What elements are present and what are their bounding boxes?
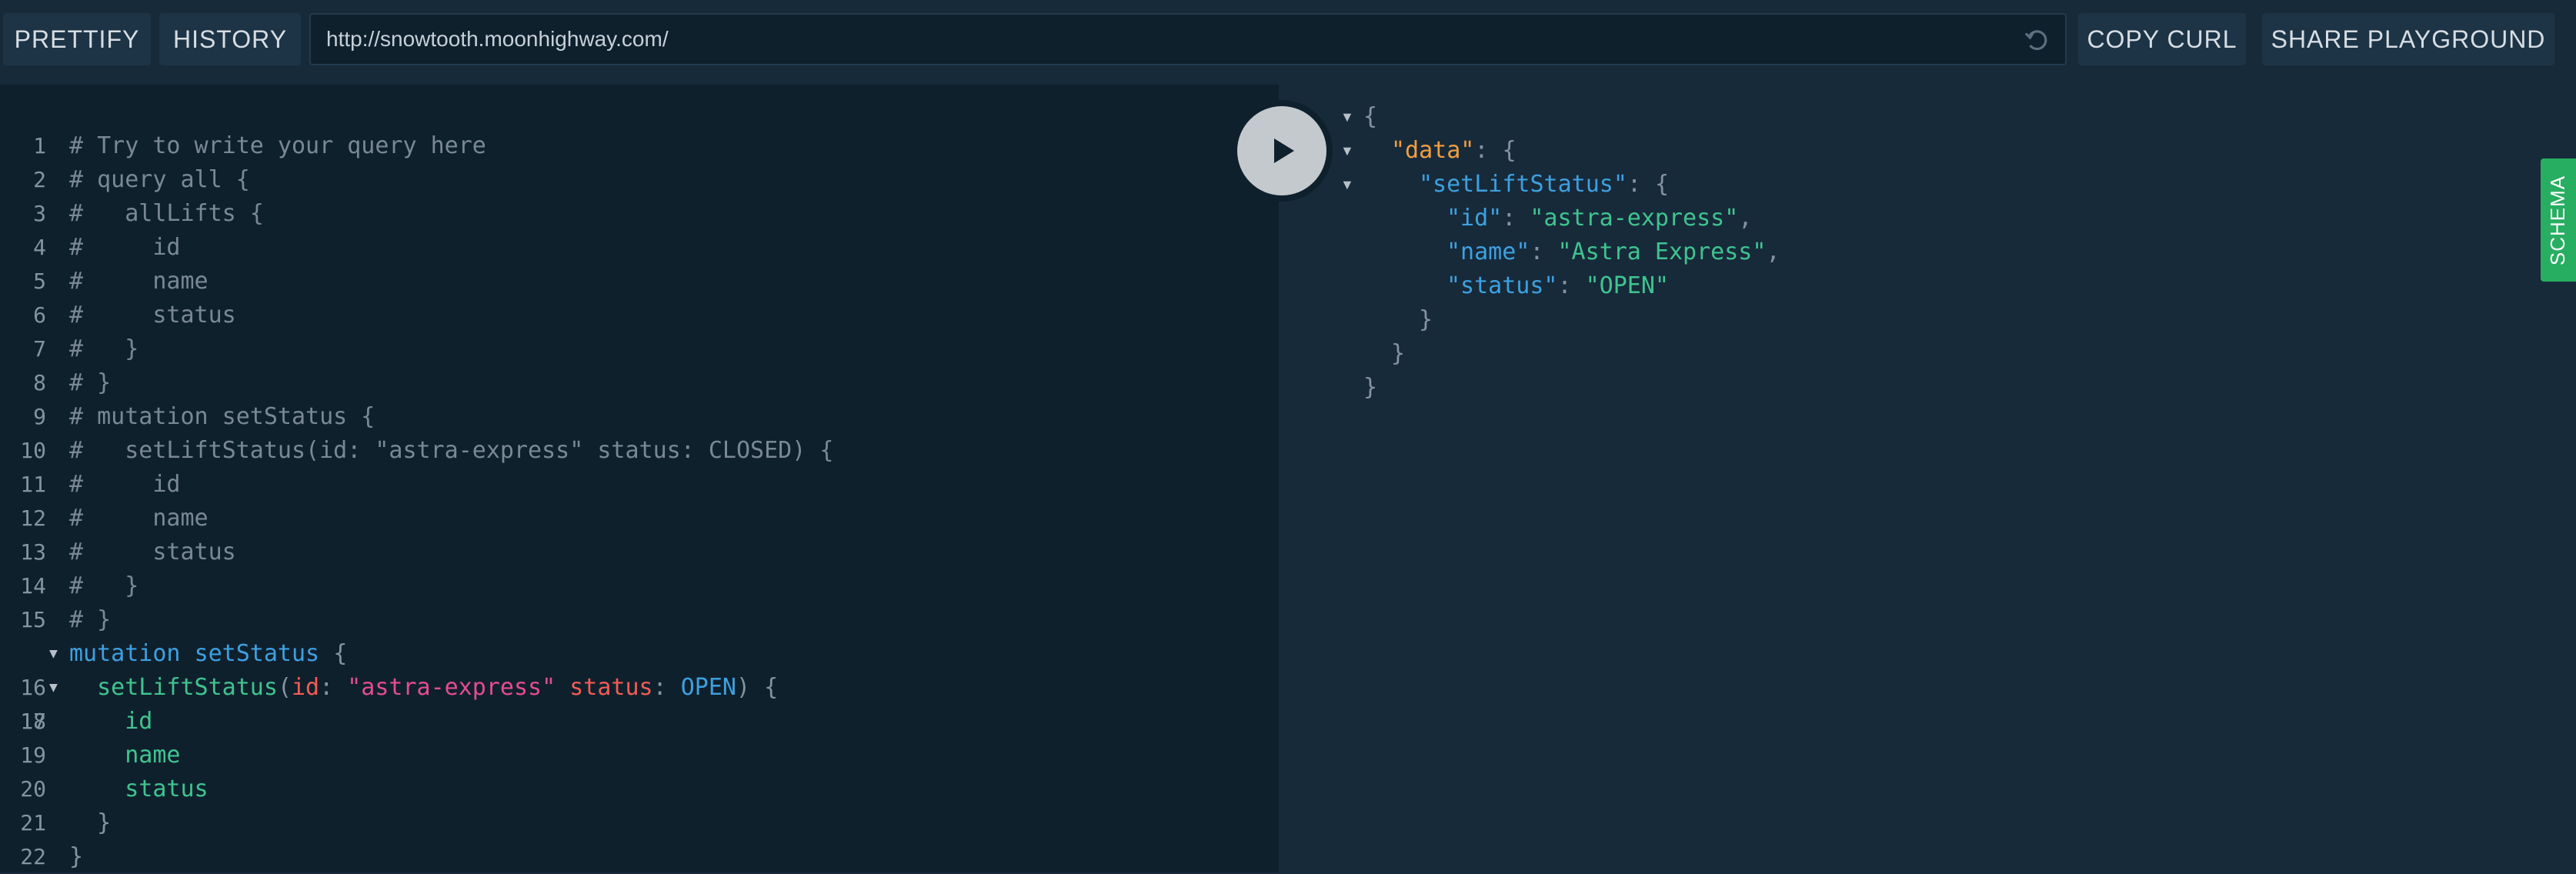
reload-icon[interactable]: [2024, 27, 2050, 53]
editor-line: 14 # }: [20, 572, 139, 599]
editor-line: 10 # setLiftStatus(id: "astra-express" st…: [20, 437, 834, 464]
endpoint-url-input[interactable]: [326, 15, 2004, 64]
triangle-down-icon[interactable]: ▼: [49, 637, 58, 671]
result-panel: ▼ { ▼ "data": { ▼ "setLiftStatus": { "id…: [1279, 85, 2576, 872]
editor-line: 20 status: [20, 776, 209, 802]
run-query-button[interactable]: [1231, 100, 1333, 202]
schema-tab[interactable]: SCHEMA: [2541, 158, 2576, 282]
toolbar: PRETTIFY HISTORY COPY CURL SHARE PLAYGRO…: [0, 0, 2576, 77]
result-line: }: [1363, 374, 1378, 401]
result-line: }: [1391, 340, 1406, 367]
editor-line: 3 # allLifts {: [33, 200, 264, 227]
editor-line: 9 # mutation setStatus {: [33, 403, 375, 430]
editor-line: 18 id: [20, 708, 153, 735]
editor-line: 17 ▼ setLiftStatus(id: "astra-express" s…: [0, 671, 1279, 734]
editor-line: 2 # query all {: [33, 166, 250, 193]
editor-line: 19 name: [20, 742, 181, 769]
triangle-down-icon[interactable]: ▼: [1340, 143, 1354, 159]
editor-line: 7 # }: [33, 335, 139, 362]
editor-line: 11 # id: [20, 471, 181, 498]
editor-line: 22}: [20, 843, 84, 870]
editor-line: 12 # name: [20, 505, 209, 532]
editor-line: 8 # }: [33, 369, 112, 396]
query-editor[interactable]: 1 # Try to write your query here 2 # query…: [0, 85, 1279, 872]
result-line: "name": "Astra Express",: [1446, 239, 1780, 265]
play-icon: [1274, 138, 1294, 163]
triangle-down-icon[interactable]: ▼: [1340, 109, 1354, 125]
editor-line: 15 # }: [20, 606, 112, 633]
history-button[interactable]: HISTORY: [159, 13, 301, 65]
editor-line: 5 # name: [33, 268, 209, 295]
editor-line: 4 # id: [33, 234, 181, 261]
share-playground-button[interactable]: SHARE PLAYGROUND: [2262, 13, 2554, 65]
copy-curl-button[interactable]: COPY CURL: [2078, 13, 2246, 65]
result-line: "setLiftStatus": {: [1419, 171, 1670, 198]
editor-line: 13 # status: [20, 539, 236, 565]
triangle-down-icon[interactable]: ▼: [49, 671, 58, 705]
endpoint-url-field: [309, 13, 2067, 65]
result-line: "id": "astra-express",: [1446, 205, 1753, 232]
editor-line: 6 # status: [33, 302, 236, 329]
editor-line: 16 ▼ mutation setStatus {: [0, 637, 1279, 700]
result-line: {: [1363, 103, 1378, 130]
result-line: "data": {: [1391, 137, 1517, 164]
triangle-down-icon[interactable]: ▼: [1340, 177, 1354, 193]
result-line: "status": "OPEN": [1446, 272, 1669, 299]
editor-line: 1 # Try to write your query here: [33, 132, 486, 159]
result-line: }: [1419, 306, 1433, 333]
prettify-button[interactable]: PRETTIFY: [3, 13, 151, 65]
editor-line: 21 }: [20, 809, 112, 836]
